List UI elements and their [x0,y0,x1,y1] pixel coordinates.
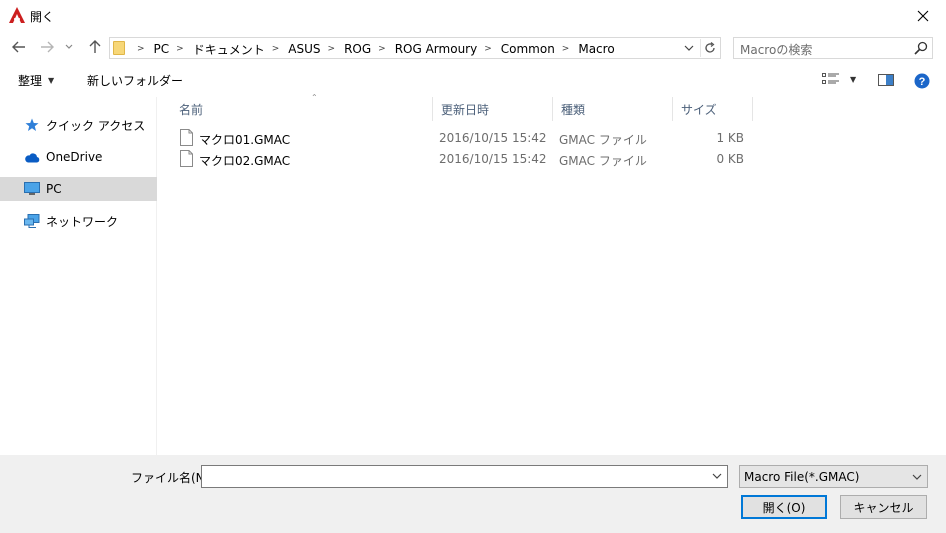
file-name: マクロ02.GMAC [199,154,291,168]
address-bar[interactable]: > PC > ドキュメント > ASUS > ROG > ROG Armoury > Common > M… [109,37,721,59]
breadcrumb-item[interactable]: ROG [344,42,371,56]
column-header-type[interactable]: 種類 [553,97,673,121]
file-row[interactable]: マクロ02.GMAC 2016/10/15 15:42 GMAC ファイル 0 … [158,149,758,170]
back-button[interactable] [8,36,30,58]
breadcrumb-item[interactable]: ASUS [288,42,320,56]
search-icon [914,41,928,55]
command-toolbar: 整理 ▼ 新しいフォルダー ▼ ? [0,64,946,96]
chevron-down-icon [912,474,922,480]
open-button[interactable]: 開く(O) [741,495,827,519]
back-arrow-icon [12,41,25,53]
file-date: 2016/10/15 15:42 [439,152,547,166]
file-date: 2016/10/15 15:42 [439,131,547,145]
navigation-pane: クイック アクセス OneDrive PC ネットワーク [0,97,157,455]
breadcrumb-separator-icon[interactable]: > [328,44,336,54]
column-header-date[interactable]: 更新日時 [433,97,553,121]
sort-ascending-icon: ⌃ [311,93,318,102]
column-header-label: 種類 [561,102,586,117]
sidebar-item-pc[interactable]: PC [0,177,157,201]
cloud-icon [24,149,40,165]
view-options-button[interactable]: ▼ [822,73,856,85]
new-folder-button[interactable]: 新しいフォルダー [87,72,183,89]
close-button[interactable] [900,0,946,32]
up-arrow-icon [89,40,101,53]
breadcrumb-separator-icon[interactable]: > [137,44,145,54]
chevron-down-icon[interactable] [711,470,723,482]
organize-button[interactable]: 整理 ▼ [18,72,54,89]
computer-icon [24,181,40,197]
app-logo-icon [9,7,25,23]
sidebar-item-network[interactable]: ネットワーク [0,209,157,233]
window-title: 開く [30,10,55,24]
sidebar-item-onedrive[interactable]: OneDrive [0,145,157,169]
details-view-icon [822,73,839,84]
sidebar-item-label: ネットワーク [46,214,119,229]
search-placeholder: Macroの検索 [740,43,813,57]
file-name: マクロ01.GMAC [199,133,291,147]
preview-pane-icon [878,74,894,86]
breadcrumb-separator-icon[interactable]: > [378,44,386,54]
column-header-label: 名前 [179,102,204,117]
sidebar-item-label: クイック アクセス [46,118,146,133]
breadcrumb-separator-icon[interactable]: > [484,44,492,54]
sidebar-item-quick-access[interactable]: クイック アクセス [0,113,157,137]
file-type: GMAC ファイル [559,154,647,168]
star-icon [24,117,40,133]
cancel-button[interactable]: キャンセル [840,495,927,519]
forward-button[interactable] [36,36,58,58]
file-size: 1 KB [716,131,744,145]
folder-icon [113,41,125,55]
file-icon [180,129,193,146]
help-icon: ? [914,73,930,89]
close-icon [917,10,929,22]
column-header-label: 更新日時 [441,102,490,117]
address-history-dropdown[interactable] [682,41,696,55]
breadcrumb-separator-icon[interactable]: > [272,44,280,54]
organize-label: 整理 [18,74,43,88]
breadcrumb-item[interactable]: ROG Armoury [395,42,478,56]
breadcrumb-separator-icon[interactable]: > [562,44,570,54]
sidebar-item-label: OneDrive [46,150,103,164]
forward-arrow-icon [41,41,54,53]
breadcrumb-item[interactable]: Macro [578,42,614,56]
chevron-down-icon [65,44,73,49]
file-type-filter-select[interactable]: Macro File(*.GMAC) [739,465,928,488]
preview-pane-button[interactable] [878,74,894,86]
file-size: 0 KB [716,152,744,166]
file-type: GMAC ファイル [559,133,647,147]
breadcrumb-separator-icon[interactable]: > [176,44,184,54]
svg-text:?: ? [919,76,926,88]
column-header-name[interactable]: ⌃ 名前 [171,93,433,121]
cancel-button-label: キャンセル [853,500,914,515]
up-button[interactable] [84,36,106,58]
chevron-down-icon [684,45,694,51]
recent-locations-button[interactable] [62,36,76,58]
caret-down-icon: ▼ [48,76,55,85]
file-row[interactable]: マクロ01.GMAC 2016/10/15 15:42 GMAC ファイル 1 … [158,128,758,149]
file-icon [180,150,193,167]
file-list: ⌃ 名前 更新日時 種類 サイズ マクロ01.GMAC 2016/10/15 1… [158,93,946,455]
search-input[interactable]: Macroの検索 [733,37,933,59]
breadcrumb-item[interactable]: Common [501,42,555,56]
caret-down-icon: ▼ [850,74,857,84]
column-header-label: サイズ [681,102,717,117]
help-button[interactable]: ? [914,73,930,89]
dialog-footer: ファイル名(N): Macro File(*.GMAC) 開く(O) キャンセル [0,455,946,533]
refresh-button[interactable] [700,39,718,57]
title-bar: 開く [0,0,946,32]
breadcrumb: > PC > ドキュメント > ASUS > ROG > ROG Armoury > Common > M… [130,41,615,57]
breadcrumb-item[interactable]: PC [154,42,170,56]
column-header-size[interactable]: サイズ [673,97,753,121]
new-folder-label: 新しいフォルダー [87,74,184,88]
refresh-icon [704,42,715,53]
open-button-label: 開く(O) [762,500,806,515]
filename-field[interactable] [201,465,728,488]
breadcrumb-item[interactable]: ドキュメント [193,41,265,58]
file-type-filter-value: Macro File(*.GMAC) [744,470,860,484]
network-icon [24,213,40,229]
sidebar-item-label: PC [46,182,62,196]
